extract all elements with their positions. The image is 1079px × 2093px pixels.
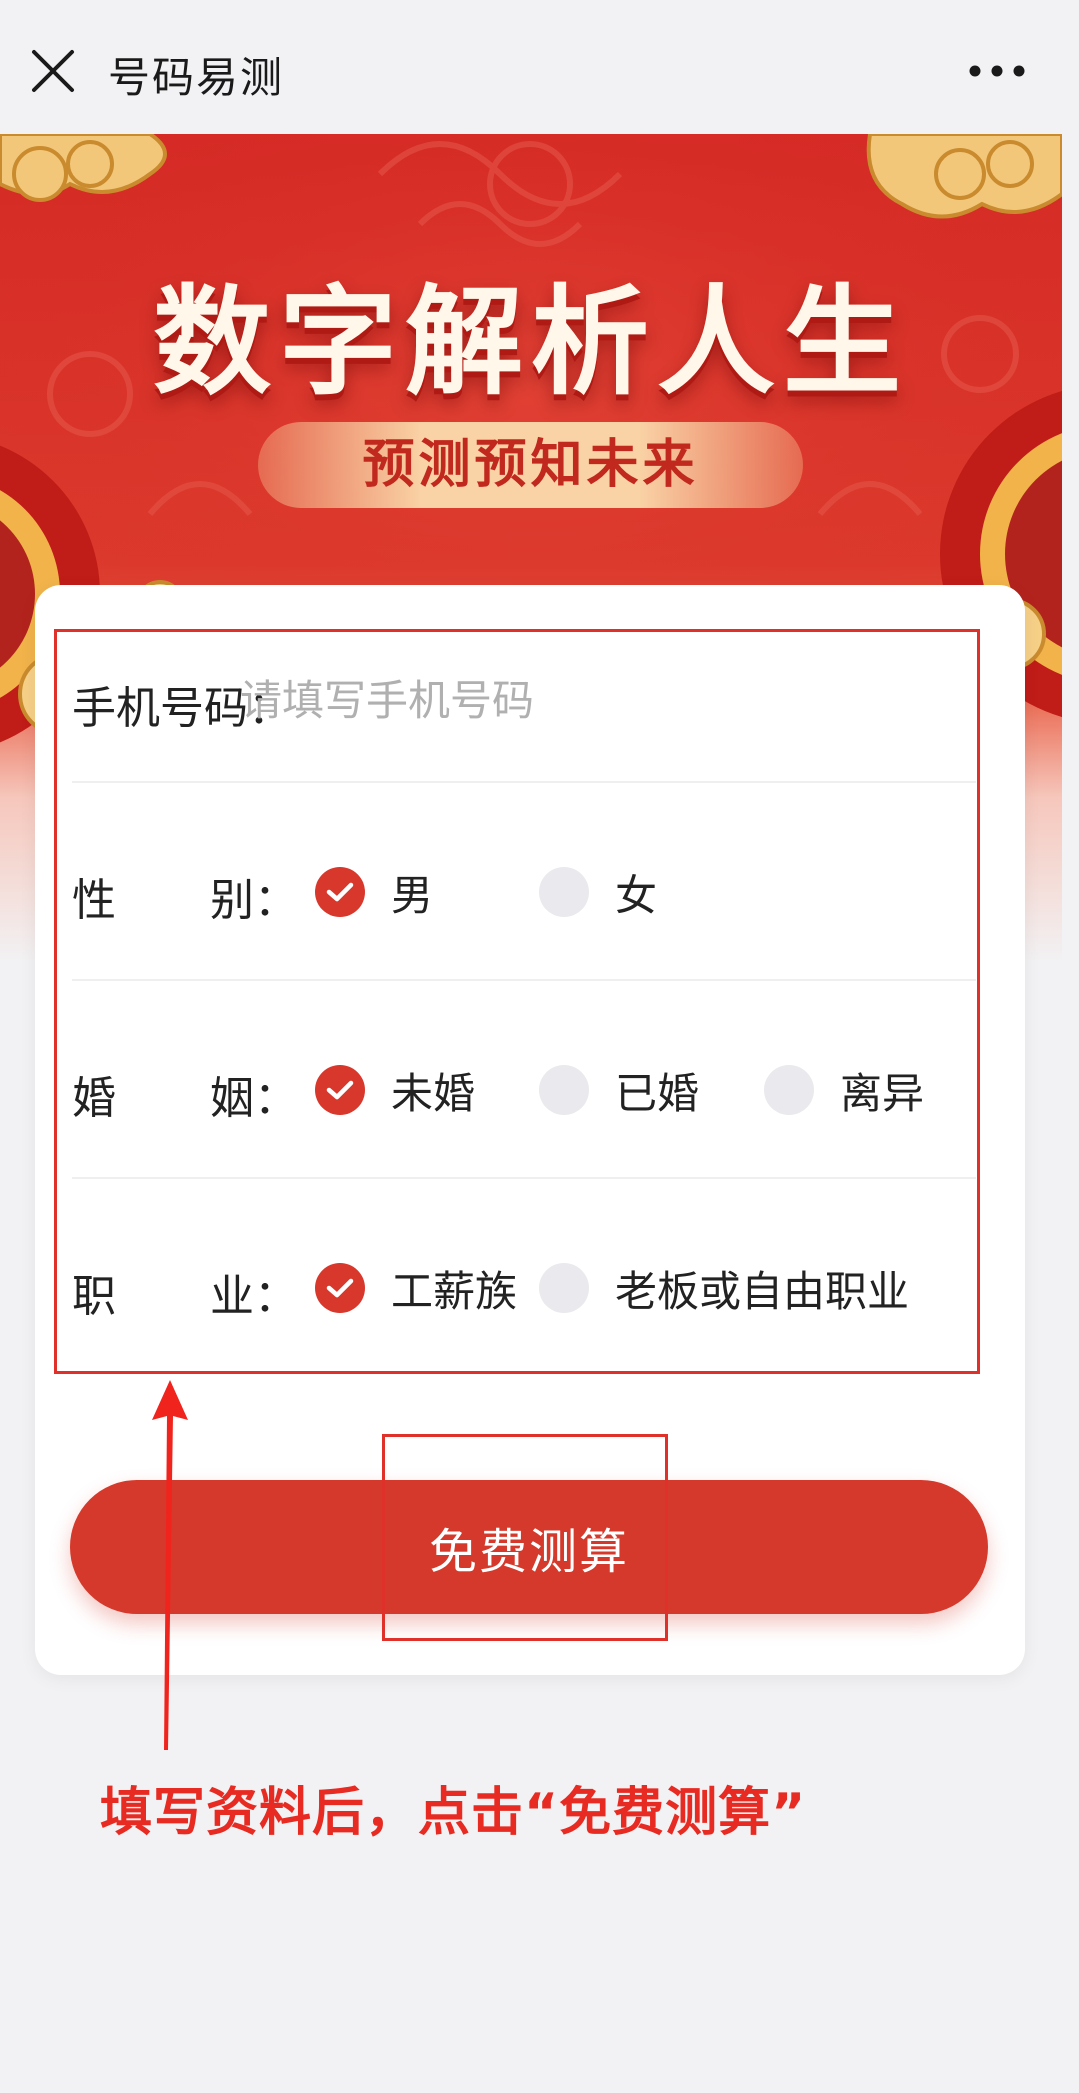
top-navbar: 号码易测 [0, 0, 1079, 134]
banner-subtitle: 预测预知未来 [258, 422, 803, 508]
more-icon[interactable] [967, 56, 1027, 86]
edge-strip [1062, 134, 1079, 2093]
arrow-up-icon [152, 1380, 188, 1750]
instruction-text: 填写资料后，点击“免费测算” [100, 1783, 807, 1843]
banner-title: 数字解析人生 [152, 273, 909, 411]
close-icon[interactable] [30, 48, 76, 94]
form-highlight-box [54, 629, 980, 1374]
page-title: 号码易测 [108, 53, 285, 102]
free-calculate-button[interactable]: 免费测算 [70, 1480, 988, 1614]
